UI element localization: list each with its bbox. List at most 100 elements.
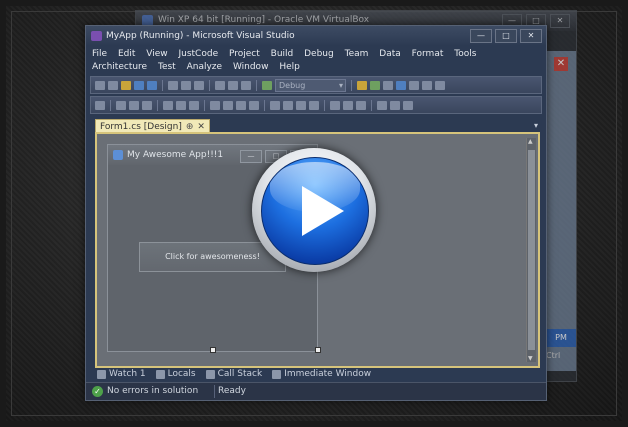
menu-analyze[interactable]: Analyze xyxy=(187,61,222,74)
tab-order-icon[interactable] xyxy=(403,100,413,110)
menu-project[interactable]: Project xyxy=(229,48,260,61)
visual-studio-icon xyxy=(91,31,102,41)
vs-maximize-button[interactable]: □ xyxy=(495,29,517,43)
tab-locals[interactable]: Locals xyxy=(154,367,198,382)
toolbar-separator xyxy=(204,99,205,111)
resize-handle-corner[interactable] xyxy=(315,347,321,353)
copy-icon[interactable] xyxy=(181,80,191,90)
break-all-icon[interactable] xyxy=(383,80,393,90)
align-rights-icon[interactable] xyxy=(142,100,152,110)
align-middles-icon[interactable] xyxy=(176,100,186,110)
paste-icon[interactable] xyxy=(194,80,204,90)
restart-icon[interactable] xyxy=(409,80,419,90)
play-button-face xyxy=(261,157,369,265)
guest-desktop-edge xyxy=(546,51,576,371)
open-file-icon[interactable] xyxy=(121,80,131,90)
guest-taskbar-clock: PM xyxy=(546,329,576,347)
decrease-spacing-icon[interactable] xyxy=(296,100,306,110)
vertical-scrollbar[interactable]: ▲ ▼ xyxy=(526,138,536,362)
remove-spacing-icon[interactable] xyxy=(309,100,319,110)
add-item-icon[interactable] xyxy=(108,80,118,90)
vertical-spacing-icon[interactable] xyxy=(330,100,340,110)
toolbar-separator xyxy=(351,79,352,91)
new-project-icon[interactable] xyxy=(95,80,105,90)
toolbar-separator xyxy=(162,79,163,91)
resize-handle-bottom[interactable] xyxy=(210,347,216,353)
center-vertically-icon[interactable] xyxy=(356,100,366,110)
align-lefts-icon[interactable] xyxy=(116,100,126,110)
menu-data[interactable]: Data xyxy=(379,48,401,61)
vs-titlebar: MyApp (Running) - Microsoft Visual Studi… xyxy=(86,26,546,46)
tab-label: Form1.cs [Design] xyxy=(100,122,182,132)
scroll-down-icon[interactable]: ▼ xyxy=(528,355,533,362)
menu-build[interactable]: Build xyxy=(271,48,294,61)
menu-file[interactable]: File xyxy=(92,48,107,61)
menu-debug[interactable]: Debug xyxy=(304,48,334,61)
close-tab-icon[interactable]: ✕ xyxy=(197,122,205,132)
menu-team[interactable]: Team xyxy=(345,48,369,61)
scroll-thumb[interactable] xyxy=(528,150,535,350)
menu-window[interactable]: Window xyxy=(233,61,269,74)
save-all-icon[interactable] xyxy=(147,80,157,90)
menu-view[interactable]: View xyxy=(146,48,167,61)
menu-help[interactable]: Help xyxy=(279,61,300,74)
navigate-icon[interactable] xyxy=(241,80,251,90)
status-separator xyxy=(214,385,215,398)
toolbar-separator xyxy=(371,99,372,111)
bring-to-front-icon[interactable] xyxy=(377,100,387,110)
menu-format[interactable]: Format xyxy=(412,48,444,61)
status-message: No errors in solution xyxy=(107,386,199,396)
send-to-back-icon[interactable] xyxy=(390,100,400,110)
form-minimize-button: — xyxy=(240,150,262,163)
save-icon[interactable] xyxy=(134,80,144,90)
solution-config-select[interactable]: Debug xyxy=(275,78,346,92)
scroll-up-icon[interactable]: ▲ xyxy=(528,138,533,145)
increase-spacing-icon[interactable] xyxy=(283,100,293,110)
host-key-label: Ctrl xyxy=(546,351,561,360)
make-same-width-icon[interactable] xyxy=(210,100,220,110)
tab-immediate-window[interactable]: Immediate Window xyxy=(270,367,373,382)
vs-minimize-button[interactable]: — xyxy=(470,29,492,43)
vs-title: MyApp (Running) - Microsoft Visual Studi… xyxy=(106,31,295,41)
active-files-dropdown-icon[interactable]: ▾ xyxy=(534,121,538,130)
tab-label: Locals xyxy=(167,369,196,379)
play-icon xyxy=(302,186,344,236)
menu-architecture[interactable]: Architecture xyxy=(92,61,147,74)
menu-justcode[interactable]: JustCode xyxy=(178,48,218,61)
menu-tools[interactable]: Tools xyxy=(454,48,476,61)
tab-call-stack[interactable]: Call Stack xyxy=(204,367,265,382)
make-same-height-icon[interactable] xyxy=(236,100,246,110)
tab-watch-1[interactable]: Watch 1 xyxy=(95,367,148,382)
toolbar-separator xyxy=(324,99,325,111)
play-button[interactable] xyxy=(252,148,376,272)
vs-close-button[interactable]: ✕ xyxy=(520,29,542,43)
layout-toolbar xyxy=(90,96,542,114)
guest-close-icon[interactable]: ✕ xyxy=(554,57,568,71)
pin-icon[interactable]: ⊕ xyxy=(186,122,194,132)
vs-window-buttons: — □ ✕ xyxy=(470,29,542,43)
align-centers-icon[interactable] xyxy=(129,100,139,110)
redo-icon[interactable] xyxy=(228,80,238,90)
start-debugging-icon[interactable] xyxy=(262,80,272,90)
close-button[interactable]: ✕ xyxy=(550,14,570,28)
stop-debugging-icon[interactable] xyxy=(396,80,406,90)
horizontal-spacing-icon[interactable] xyxy=(270,100,280,110)
toolbar-separator xyxy=(157,99,158,111)
align-tops-icon[interactable] xyxy=(163,100,173,110)
make-same-size-icon[interactable] xyxy=(249,100,259,110)
center-horizontally-icon[interactable] xyxy=(343,100,353,110)
align-bottoms-icon[interactable] xyxy=(189,100,199,110)
status-bar: ✓ No errors in solution Ready xyxy=(86,382,546,400)
step-into-icon[interactable] xyxy=(422,80,432,90)
undo-icon[interactable] xyxy=(215,80,225,90)
align-to-grid-icon[interactable] xyxy=(95,100,105,110)
find-icon[interactable] xyxy=(357,80,367,90)
size-to-grid-icon[interactable] xyxy=(223,100,233,110)
menu-test[interactable]: Test xyxy=(158,61,176,74)
continue-icon[interactable] xyxy=(370,80,380,90)
menu-bar: File Edit View JustCode Project Build De… xyxy=(86,46,546,74)
cut-icon[interactable] xyxy=(168,80,178,90)
tab-label: Immediate Window xyxy=(284,369,372,379)
menu-edit[interactable]: Edit xyxy=(118,48,135,61)
step-over-icon[interactable] xyxy=(435,80,445,90)
